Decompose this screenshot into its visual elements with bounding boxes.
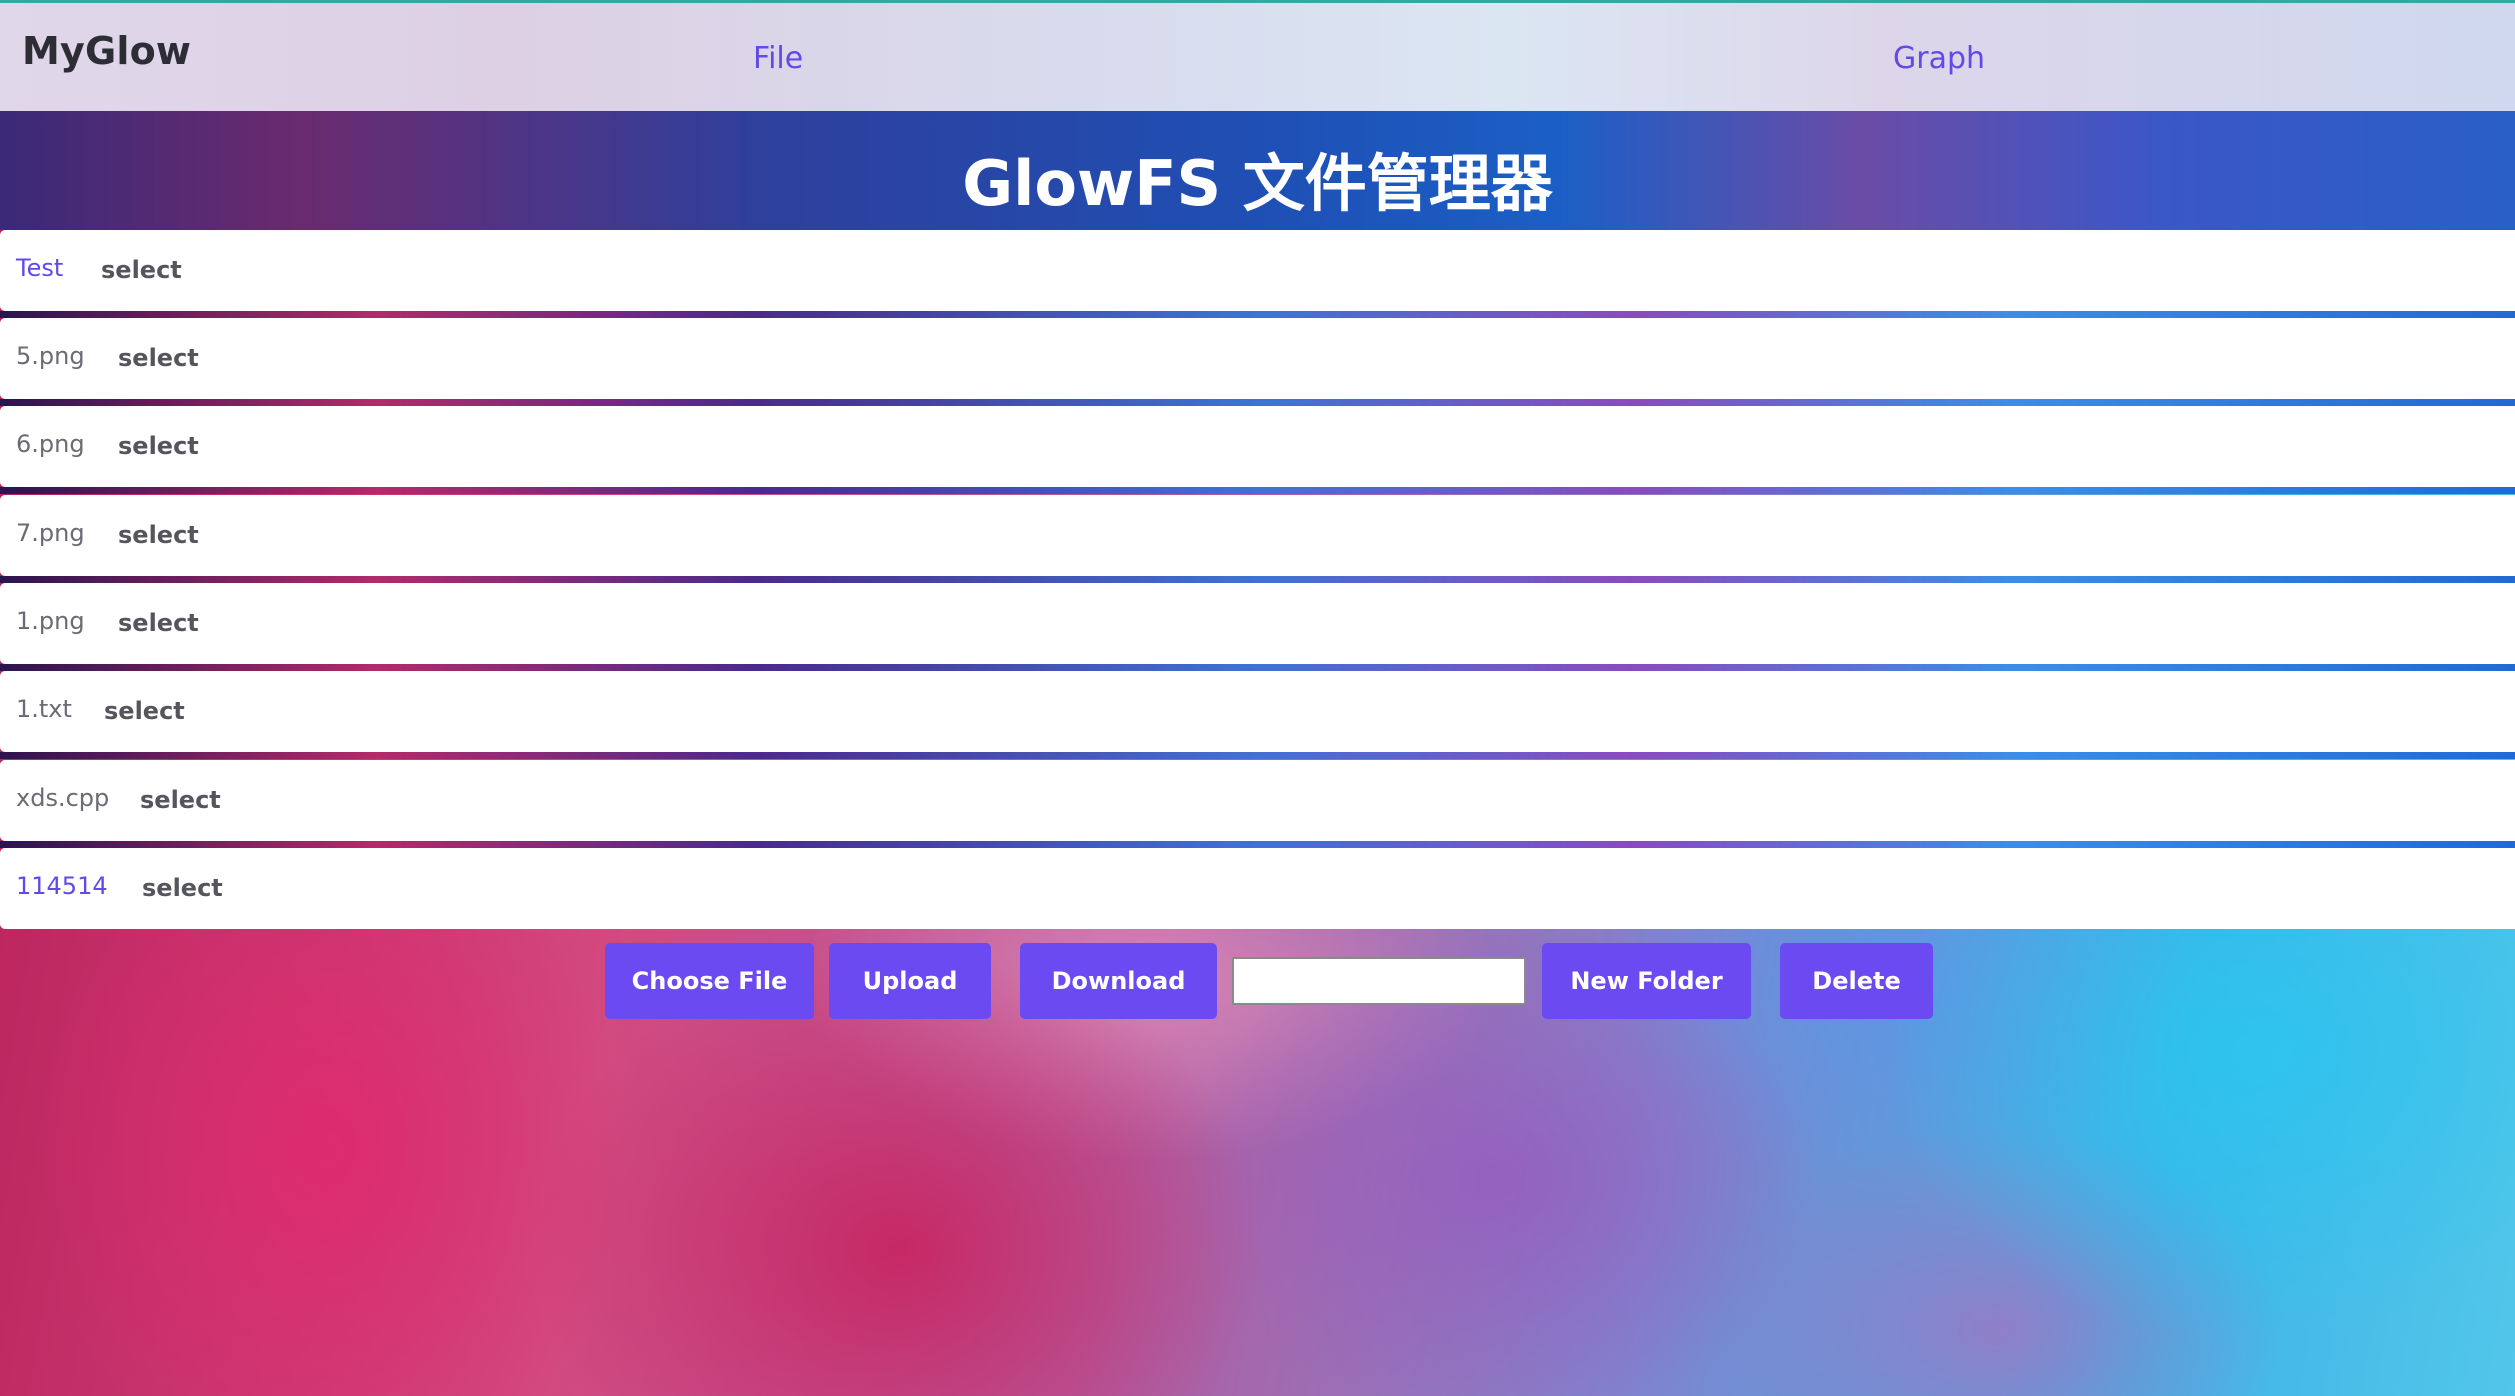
- select-button[interactable]: select: [142, 874, 223, 902]
- file-row: 7.png select: [0, 495, 2515, 576]
- folder-name-input[interactable]: [1232, 957, 1526, 1005]
- file-name: 7.png: [16, 519, 85, 547]
- download-button[interactable]: Download: [1020, 943, 1217, 1019]
- select-button[interactable]: select: [118, 609, 199, 637]
- file-name-link[interactable]: Test: [16, 254, 63, 282]
- page-title: GlowFS 文件管理器: [962, 147, 1553, 220]
- file-row: Test select: [0, 230, 2515, 311]
- file-name-link[interactable]: 114514: [16, 872, 108, 900]
- row-divider: [0, 752, 2515, 759]
- select-button[interactable]: select: [118, 432, 199, 460]
- row-divider: [0, 487, 2515, 494]
- file-name: 6.png: [16, 430, 85, 458]
- choose-file-button[interactable]: Choose File: [605, 943, 814, 1019]
- select-button[interactable]: select: [118, 344, 199, 372]
- title-banner: GlowFS 文件管理器: [0, 111, 2515, 230]
- select-button[interactable]: select: [118, 521, 199, 549]
- file-row: 6.png select: [0, 406, 2515, 487]
- file-row: 1.txt select: [0, 671, 2515, 752]
- action-bar: Choose File Upload Download New Folder D…: [0, 943, 2515, 1019]
- nav-link-graph[interactable]: Graph: [1893, 41, 1985, 76]
- file-name: 5.png: [16, 342, 85, 370]
- select-button[interactable]: select: [101, 256, 182, 284]
- delete-button[interactable]: Delete: [1780, 943, 1933, 1019]
- file-name: xds.cpp: [16, 784, 110, 812]
- file-name: 1.txt: [16, 695, 72, 723]
- file-row: xds.cpp select: [0, 760, 2515, 841]
- row-divider: [0, 841, 2515, 848]
- row-divider: [0, 576, 2515, 583]
- nav-link-file[interactable]: File: [753, 41, 803, 76]
- row-divider: [0, 399, 2515, 406]
- file-row: 114514 select: [0, 848, 2515, 929]
- select-button[interactable]: select: [104, 697, 185, 725]
- row-divider: [0, 664, 2515, 671]
- upload-button[interactable]: Upload: [829, 943, 991, 1019]
- file-row: 5.png select: [0, 318, 2515, 399]
- new-folder-button[interactable]: New Folder: [1542, 943, 1751, 1019]
- row-divider: [0, 311, 2515, 318]
- select-button[interactable]: select: [140, 786, 221, 814]
- brand-logo[interactable]: MyGlow: [22, 29, 191, 73]
- top-navbar: MyGlow File Graph: [0, 0, 2515, 111]
- file-row: 1.png select: [0, 583, 2515, 664]
- file-name: 1.png: [16, 607, 85, 635]
